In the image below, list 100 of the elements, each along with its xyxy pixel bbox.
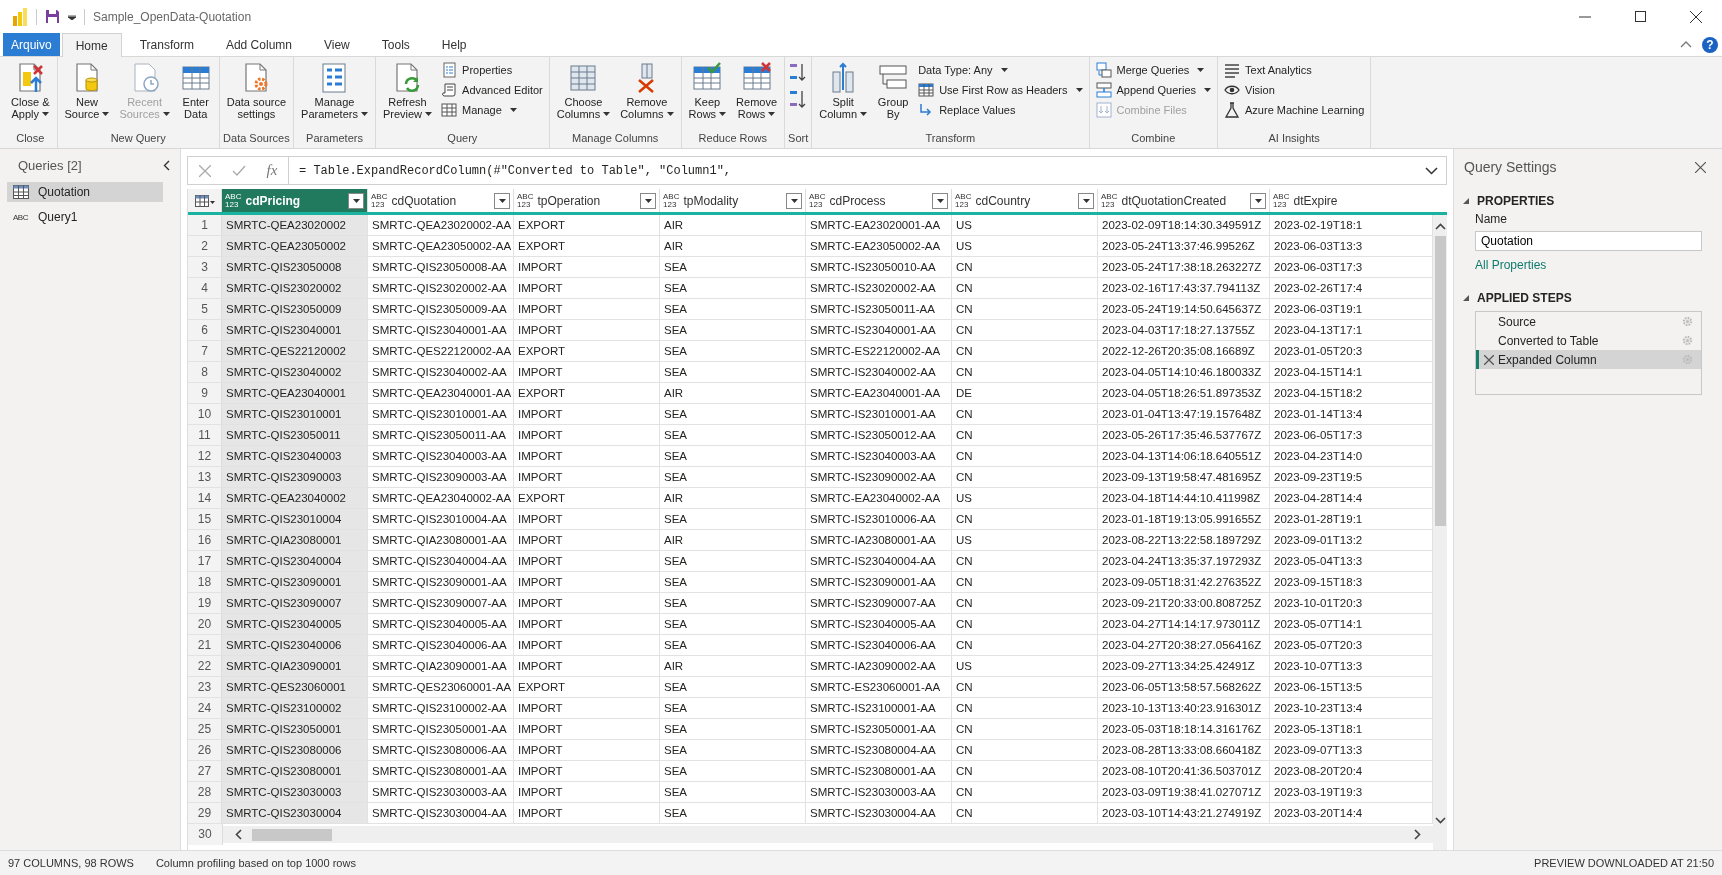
caret-icon [719, 112, 727, 116]
table-cell: 2023-09-21T20:33:00.808725Z [1098, 593, 1270, 613]
applied-step[interactable]: Converted to Table [1476, 331, 1701, 350]
ribbon-tab[interactable]: View [310, 33, 364, 56]
table-cell: IMPORT [514, 740, 660, 760]
table-cell: IMPORT [514, 614, 660, 634]
all-properties-link[interactable]: All Properties [1475, 256, 1702, 272]
vertical-scrollbar[interactable] [1433, 215, 1447, 850]
maximize-icon[interactable] [1635, 11, 1646, 22]
table-cell: IMPORT [514, 656, 660, 676]
merge-icon [1095, 61, 1112, 78]
query-item[interactable]: Quotation [7, 182, 163, 202]
ribbon-button[interactable]: Replace Values [915, 101, 1086, 118]
ribbon-tab[interactable]: Tools [367, 33, 424, 56]
row-number: 18 [188, 572, 222, 592]
delete-icon[interactable] [1483, 354, 1494, 365]
scroll-right-icon[interactable] [1414, 829, 1421, 840]
type-icon[interactable]: ABC 123 [225, 192, 242, 209]
table-cell: SMRTC-QEA23050002-AA [368, 236, 514, 256]
filter-button[interactable] [1078, 192, 1094, 209]
table-cell: AIR [660, 488, 806, 508]
table-cell: SMRTC-QIS23040002 [222, 362, 368, 382]
table-cell: CN [952, 299, 1098, 319]
file-tab[interactable]: Arquivo [3, 33, 60, 56]
ribbon-button[interactable]: Group By [873, 60, 914, 122]
ribbon-button[interactable]: Data Type: Any [915, 61, 1086, 78]
table-cell: SMRTC-IS23100001-AA [806, 698, 952, 718]
ribbon-tab[interactable]: Home [61, 33, 122, 57]
type-icon[interactable]: ABC 123 [663, 192, 680, 209]
scroll-left-icon[interactable] [235, 829, 242, 840]
ribbon-button[interactable]: Refresh Preview [378, 60, 437, 122]
table-cell: SMRTC-QIS23020002 [222, 278, 368, 298]
table-cell: SMRTC-IS23090002-AA [806, 467, 952, 487]
collapse-triangle-icon[interactable] [1463, 198, 1469, 204]
ribbon-button[interactable]: Keep Rows [684, 60, 731, 122]
save-icon[interactable] [45, 9, 60, 24]
caret-icon [162, 112, 170, 116]
minimize-icon[interactable] [1579, 15, 1591, 18]
filter-button[interactable] [786, 192, 802, 209]
collapse-icon[interactable] [163, 160, 170, 171]
type-icon[interactable]: ABC 123 [1273, 192, 1290, 209]
scroll-down-icon[interactable] [1434, 817, 1446, 824]
ribbon-button[interactable]: Advanced Editor [438, 81, 546, 98]
applied-step[interactable]: Expanded Column [1476, 350, 1701, 369]
ribbon-button[interactable]: Remove Rows [732, 60, 782, 122]
ribbon-button[interactable]: Text Analytics [1221, 61, 1368, 78]
ribbon-button[interactable]: Close & Apply [7, 60, 54, 122]
ribbon-button[interactable]: Properties [438, 61, 546, 78]
filter-button[interactable] [348, 192, 364, 209]
chevron-up-icon[interactable] [1680, 41, 1692, 48]
caret-icon[interactable] [68, 13, 76, 20]
applied-step[interactable]: Source [1476, 312, 1701, 331]
type-icon[interactable]: ABC 123 [809, 192, 826, 209]
type-icon[interactable]: ABC 123 [371, 192, 388, 209]
ribbon-tab[interactable]: Add Column [211, 33, 306, 56]
close-icon[interactable] [1695, 161, 1706, 173]
ribbon-button[interactable]: Split Column [815, 60, 872, 122]
collapse-triangle-icon[interactable] [1463, 295, 1469, 301]
filter-button[interactable] [640, 192, 656, 209]
ribbon-tab[interactable]: Transform [125, 33, 208, 56]
ribbon-button[interactable]: Vision [1221, 81, 1368, 98]
horizontal-scrollbar[interactable] [223, 826, 1433, 843]
filter-button[interactable] [494, 192, 510, 209]
query-item[interactable]: ABC Query1 [7, 207, 163, 227]
ribbon-button[interactable]: Manage [438, 101, 546, 118]
table-cell: AIR [660, 530, 806, 550]
ribbon-button[interactable]: Use First Row as Headers [915, 81, 1086, 98]
ribbon-button[interactable]: Append Queries [1092, 81, 1215, 98]
table-cell: SEA [660, 362, 806, 382]
ribbon-button[interactable]: Choose Columns [552, 60, 615, 122]
table-menu-icon[interactable] [194, 194, 215, 207]
ribbon-button[interactable]: Azure Machine Learning [1221, 101, 1368, 118]
combine-icon [1095, 101, 1112, 118]
ribbon-button[interactable]: Remove Columns [616, 60, 678, 122]
ribbon-button[interactable]: Data source settings [222, 60, 291, 122]
caret-icon [352, 198, 360, 203]
help-icon[interactable]: ? [1702, 36, 1718, 53]
table-cell: SMRTC-EA23040002-AA [806, 488, 952, 508]
ribbon-button[interactable]: New Source [60, 60, 114, 122]
table-cell: SMRTC-EA23050002-AA [806, 236, 952, 256]
ribbon-button[interactable]: Enter Data [175, 60, 216, 122]
table-cell: SMRTC-QEA23020002 [222, 215, 368, 235]
table-cell: SMRTC-IS23050010-AA [806, 257, 952, 277]
table-cell: US [952, 530, 1098, 550]
type-icon[interactable]: ABC 123 [1101, 192, 1118, 209]
ribbon-button[interactable]: Merge Queries [1092, 61, 1215, 78]
close-icon[interactable] [1690, 10, 1702, 23]
filter-button[interactable] [1250, 192, 1266, 209]
scroll-up-icon[interactable] [1434, 223, 1446, 230]
table-cell: DE [952, 383, 1098, 403]
name-field[interactable]: Quotation [1475, 231, 1702, 251]
ribbon-button[interactable]: Manage Parameters [297, 60, 372, 122]
type-icon[interactable]: ABC 123 [517, 192, 534, 209]
table-cell: AIR [660, 236, 806, 256]
row-number: 14 [188, 488, 222, 508]
type-icon[interactable]: ABC 123 [955, 192, 972, 209]
table-cell: SMRTC-IA23090002-AA [806, 656, 952, 676]
row-number: 24 [188, 698, 222, 718]
ribbon-tab[interactable]: Help [427, 33, 481, 56]
filter-button[interactable] [932, 192, 948, 209]
